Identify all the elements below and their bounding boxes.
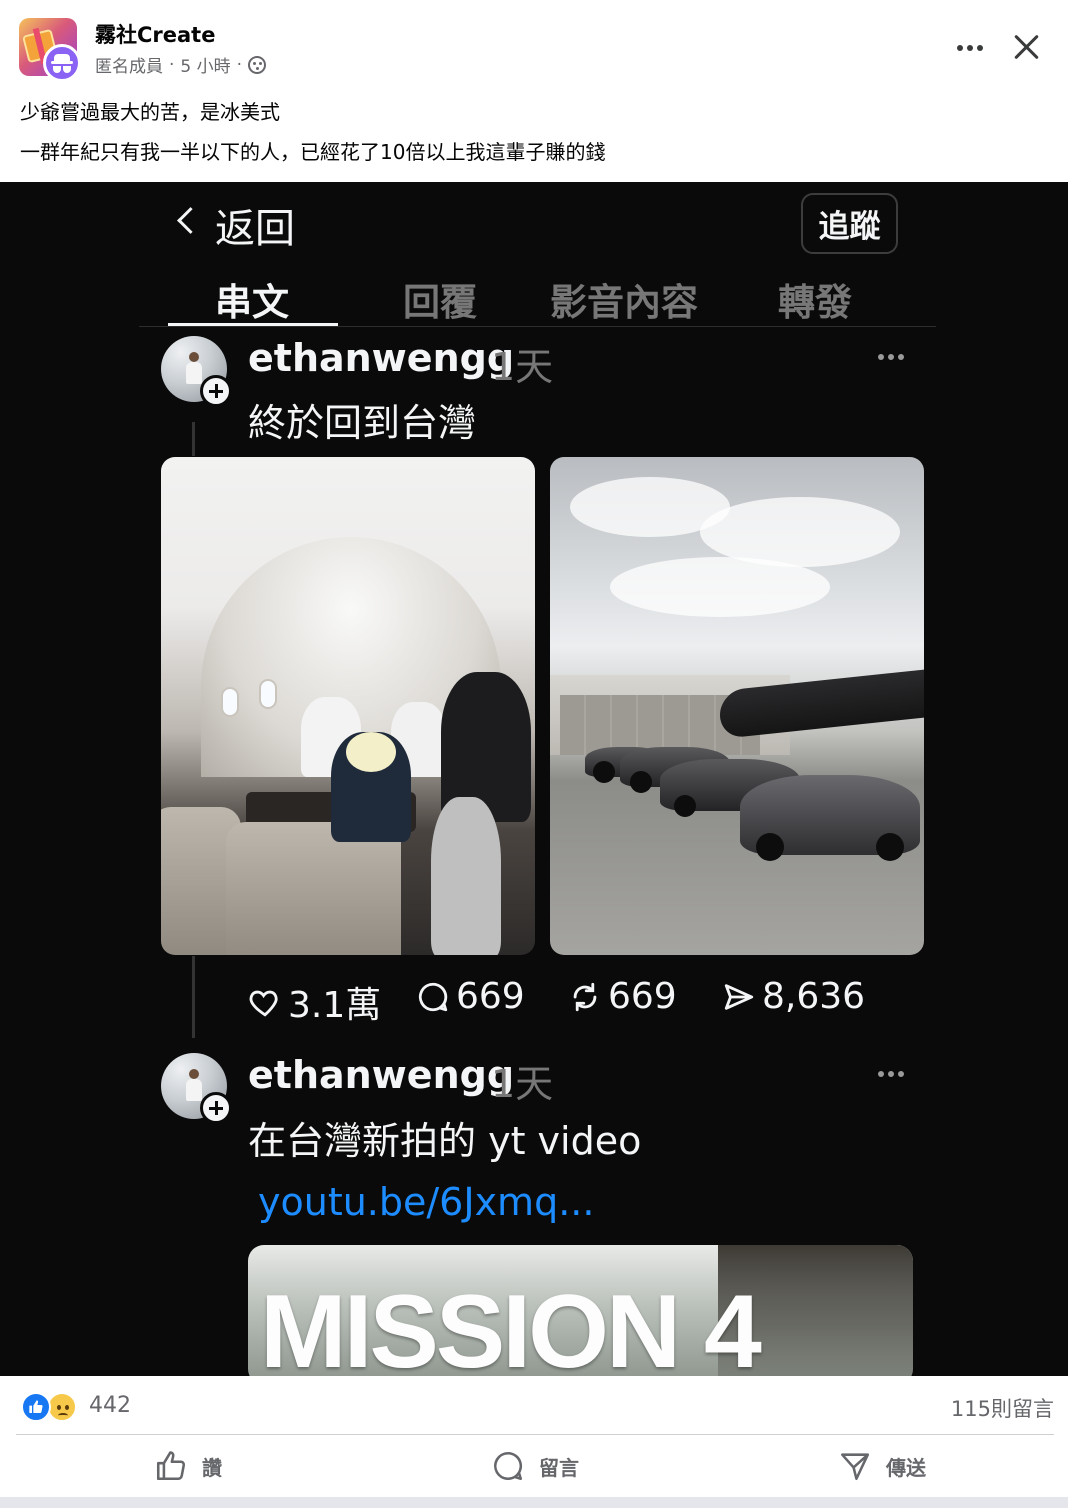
send-icon [840, 1453, 870, 1481]
youtube-link: youtu.be/6Jxmq... [258, 1180, 595, 1224]
repost-icon [573, 982, 597, 1011]
author-role: 匿名成員 [95, 57, 163, 77]
post-text-line-1: 少爺嘗過最大的苦，是冰美式 [20, 100, 280, 124]
tab-replies: 回覆 [403, 281, 477, 324]
thread-more-icon [878, 354, 908, 362]
meta-separator: · [169, 54, 175, 75]
thread-time-2: 1天 [491, 1062, 554, 1106]
thread-line-2 [192, 956, 195, 1038]
comments-stat: 669 [416, 976, 525, 1017]
anonymous-member-icon [43, 44, 81, 82]
thread-more-icon-2 [878, 1071, 908, 1079]
send-label: 傳送 [886, 1455, 926, 1480]
follow-plus-icon [200, 375, 232, 407]
meta-separator-2: · [236, 54, 243, 75]
likes-count: 3.1萬 [288, 985, 382, 1026]
likes-stat: 3.1萬 [248, 976, 381, 1028]
reaction-count[interactable]: 442 [89, 1393, 131, 1418]
thread-time: 1天 [491, 345, 554, 389]
group-privacy-icon [248, 55, 267, 74]
post-header: 霧社Create 匿名成員 · 5 小時 · 少爺嘗過最大的苦，是冰美式 一群年… [0, 0, 1068, 182]
reactions-bar: 442 115則留言 [0, 1376, 1068, 1434]
reposts-stat: 669 [568, 976, 677, 1017]
back-chevron-icon [176, 205, 196, 235]
jet-cabin-photo [161, 457, 535, 955]
close-icon[interactable] [1008, 28, 1046, 66]
tab-divider [139, 326, 936, 327]
post-time[interactable]: 5 小時 [180, 52, 230, 77]
tab-threads: 串文 [215, 281, 289, 324]
like-label: 讚 [202, 1455, 222, 1480]
thread-text: 終於回到台灣 [248, 401, 477, 445]
shares-stat: 8,636 [722, 976, 865, 1017]
comment-bubble-icon [418, 982, 448, 1011]
more-options-icon[interactable] [952, 30, 988, 66]
sad-reaction-icon[interactable] [47, 1392, 77, 1422]
video-title: MISSION 4 [260, 1274, 762, 1385]
post-meta: 匿名成員 · 5 小時 · [95, 52, 267, 77]
send-icon [724, 983, 754, 1010]
cars-jet-photo [550, 457, 924, 955]
thread-username: ethanwengg [248, 336, 515, 380]
thread-username-2: ethanwengg [248, 1053, 515, 1097]
comment-icon [494, 1451, 523, 1481]
follow-plus-icon-2 [200, 1092, 232, 1124]
page-name[interactable]: 霧社Create [95, 19, 215, 49]
bottom-strip [0, 1497, 1068, 1508]
thread-text-2: 在台灣新拍的 yt video [248, 1119, 642, 1163]
heart-icon [249, 990, 278, 1017]
video-thumbnail: MISSION 4 [248, 1245, 913, 1385]
comment-label: 留言 [539, 1455, 579, 1480]
back-label: 返回 [215, 206, 295, 252]
active-tab-indicator [168, 323, 338, 326]
post-text-line-2: 一群年紀只有我一半以下的人，已經花了10倍以上我這輩子賺的錢 [20, 140, 606, 164]
shares-count: 8,636 [762, 976, 866, 1017]
post-actions: 讚 留言 傳送 [0, 1435, 1068, 1497]
reposts-count: 669 [608, 976, 677, 1017]
send-button[interactable]: 傳送 [838, 1449, 926, 1483]
tab-media: 影音內容 [550, 281, 698, 324]
comments-count: 669 [456, 976, 525, 1017]
tab-reposts: 轉發 [778, 281, 852, 324]
follow-button: 追蹤 [801, 193, 898, 254]
comment-button[interactable]: 留言 [491, 1449, 579, 1483]
thread-line [192, 422, 195, 456]
like-button[interactable]: 讚 [154, 1449, 222, 1483]
comment-count[interactable]: 115則留言 [951, 1393, 1054, 1423]
like-reaction-icon[interactable] [21, 1392, 51, 1422]
thumbs-up-icon [156, 1451, 186, 1481]
